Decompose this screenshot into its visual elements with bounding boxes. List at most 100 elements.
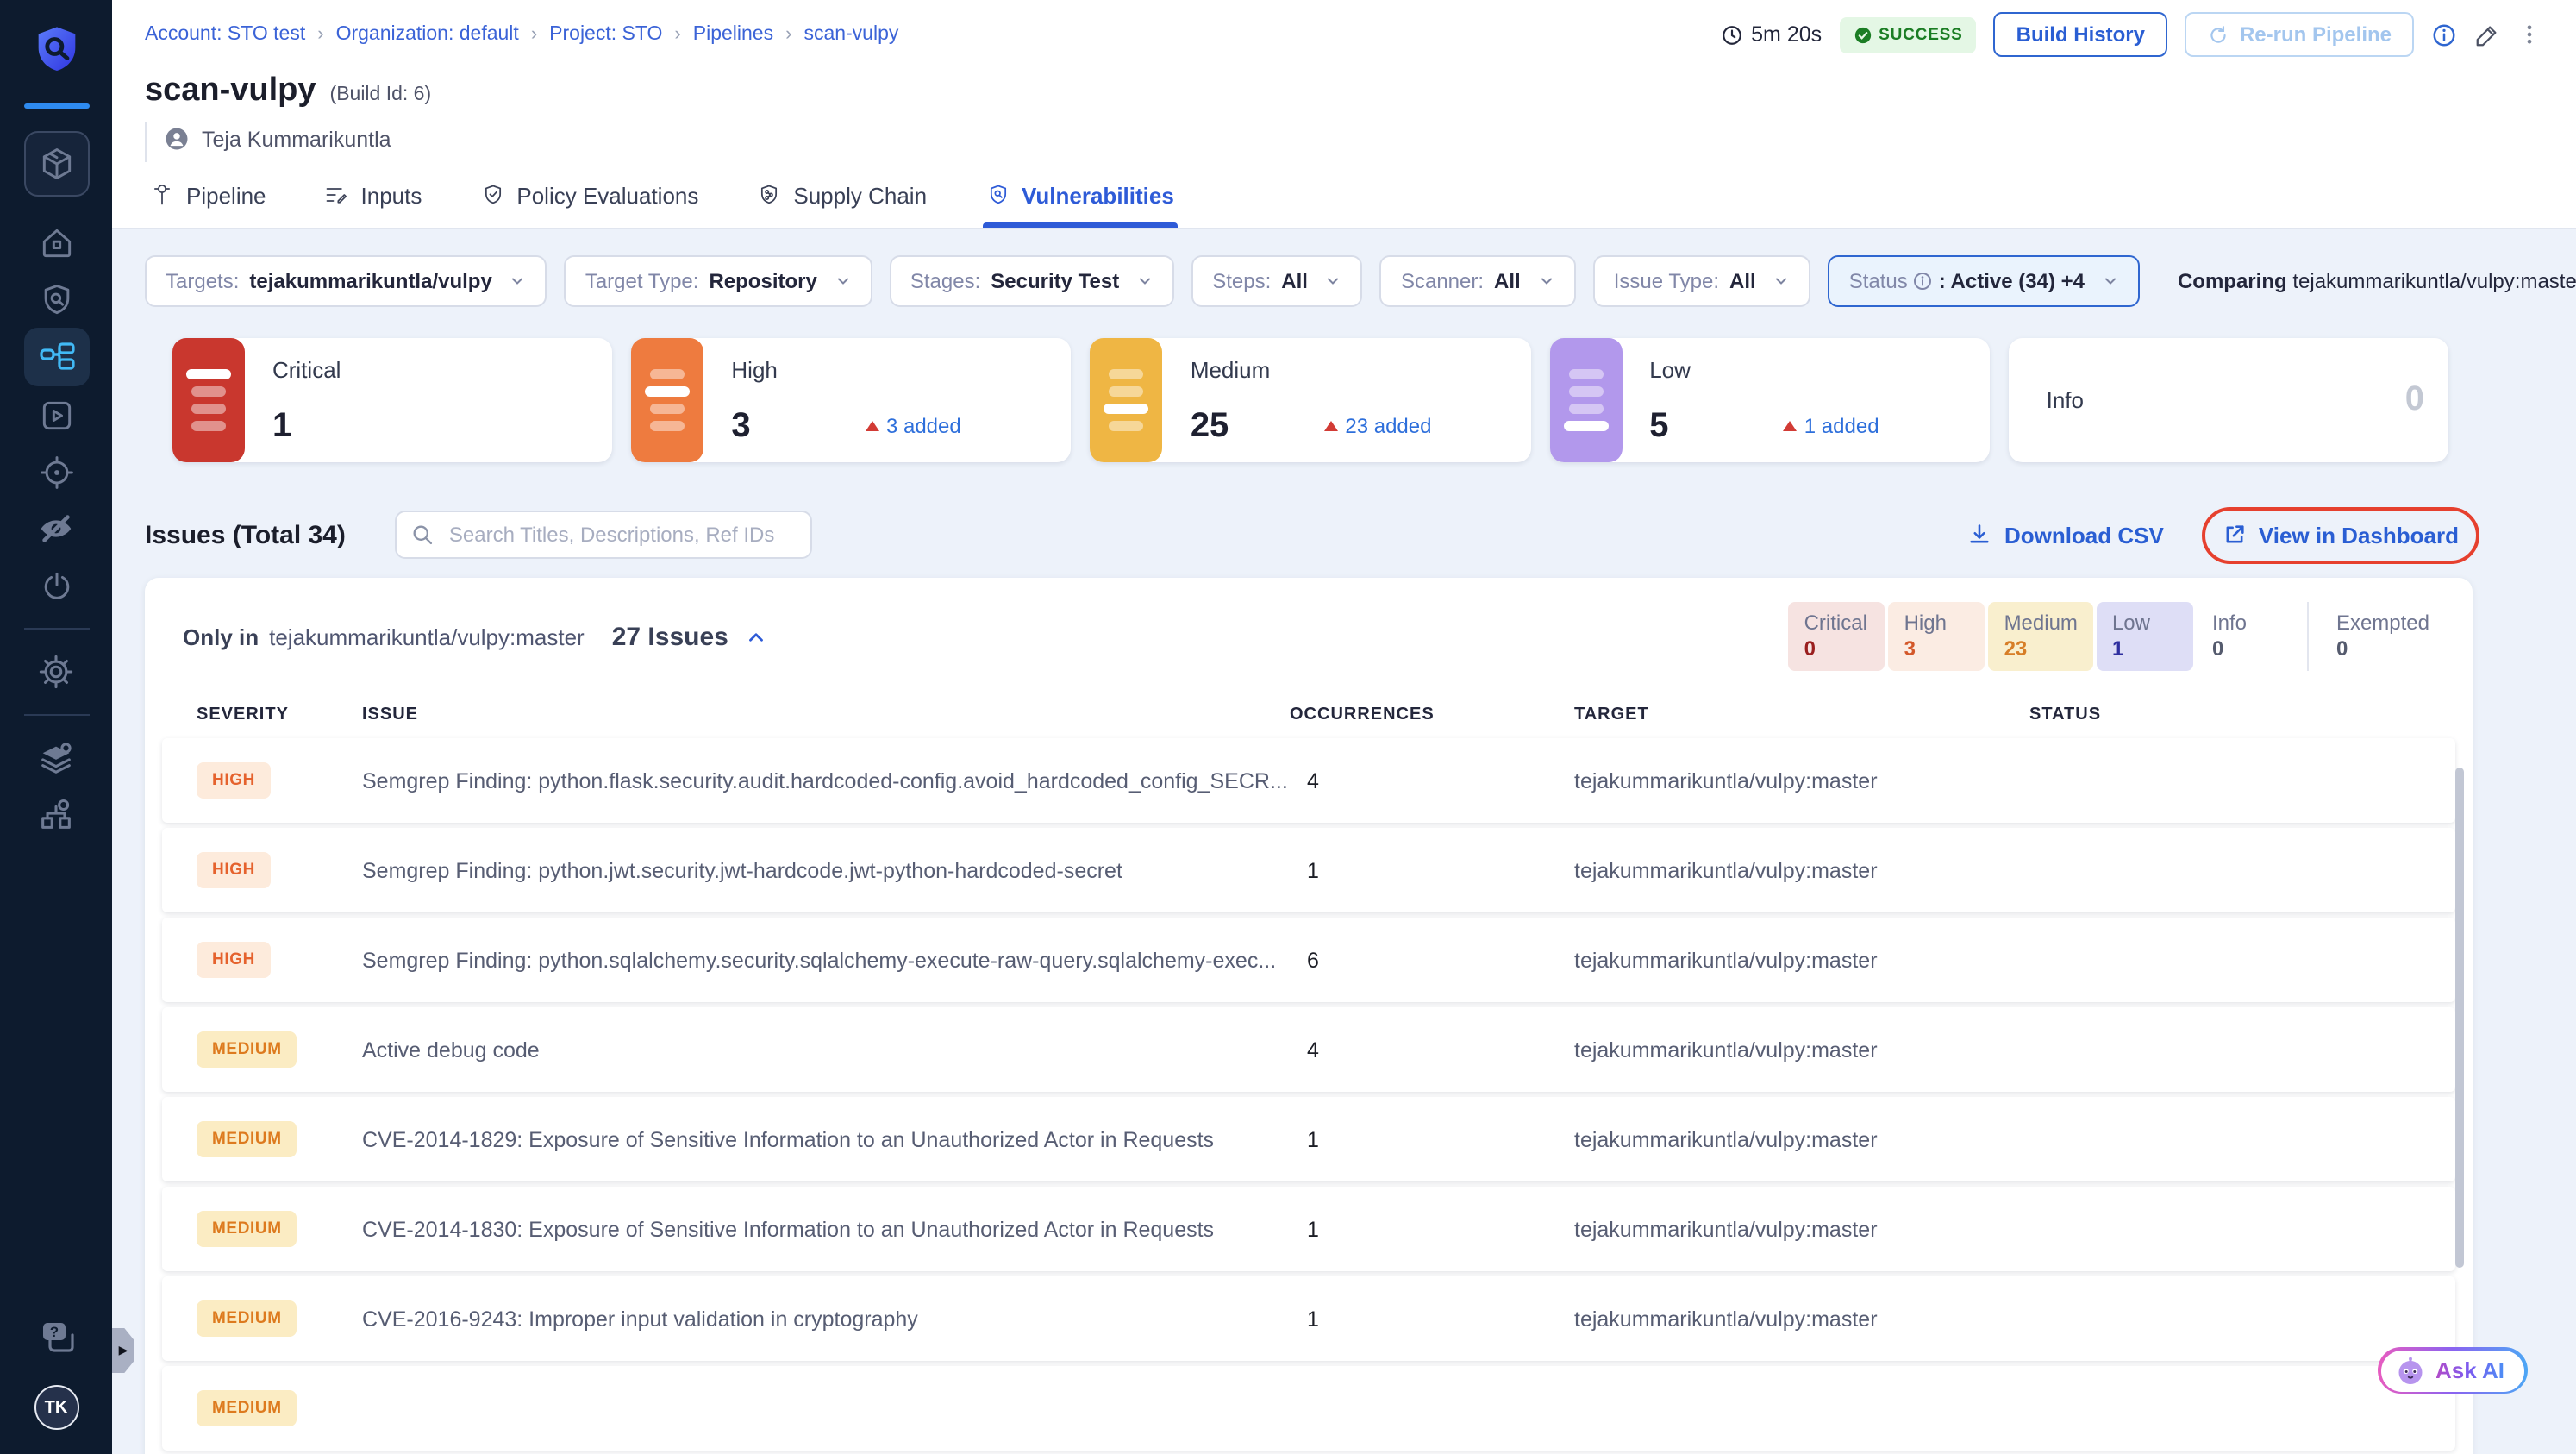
table-row[interactable]: MEDIUM CVE-2014-1830: Exposure of Sensit… — [162, 1187, 2455, 1271]
chevron-up-icon[interactable] — [746, 625, 768, 648]
shield-network-icon — [761, 185, 778, 204]
table-scrollbar[interactable] — [2455, 768, 2464, 1268]
view-in-dashboard-button[interactable]: View in Dashboard — [2223, 522, 2459, 548]
medium-count: 25 — [1190, 407, 1229, 445]
sidebar-item-org-structure[interactable] — [23, 787, 89, 843]
clock-icon — [1722, 25, 1741, 44]
sidebar-item-get-started[interactable] — [23, 557, 89, 614]
tab-inputs[interactable]: Inputs — [322, 162, 426, 228]
chip-low[interactable]: Low 1 — [2096, 602, 2193, 671]
chip-exempted[interactable]: Exempted 0 — [2306, 602, 2445, 671]
page-title: scan-vulpy — [145, 72, 316, 109]
medium-severity-bar-icon — [1090, 338, 1163, 462]
tab-policy-evaluations[interactable]: Policy Evaluations — [477, 162, 702, 228]
sidebar-item-exemptions[interactable] — [23, 500, 89, 557]
chip-critical[interactable]: Critical 0 — [1788, 602, 1885, 671]
issues-total-title: Issues (Total 34) — [145, 520, 346, 549]
download-csv-button[interactable]: Download CSV — [1968, 522, 2164, 548]
table-row[interactable]: MEDIUM CVE-2014-1829: Exposure of Sensit… — [162, 1097, 2455, 1181]
sidebar-item-project-settings[interactable] — [23, 643, 89, 700]
vulnerabilities-content: Targets: tejakummarikuntla/vulpy Target T… — [112, 229, 2576, 1454]
chip-info[interactable]: Info 0 — [2197, 602, 2293, 671]
sidebar-item-pipelines[interactable] — [23, 328, 89, 386]
shield-search-icon — [43, 284, 69, 314]
issues-search-input[interactable] — [395, 511, 813, 559]
sidebar-item-targets[interactable] — [23, 443, 89, 500]
tab-supply-chain[interactable]: Supply Chain — [753, 162, 930, 228]
gear-icon — [39, 655, 73, 689]
col-target: TARGET — [1574, 705, 1649, 724]
table-row[interactable]: MEDIUM CVE-2016-9243: Improper input val… — [162, 1276, 2455, 1361]
filter-targets[interactable]: Targets: tejakummarikuntla/vulpy — [145, 255, 547, 307]
shield-magnifier-icon — [989, 185, 1006, 204]
more-options-button[interactable] — [2517, 21, 2542, 48]
module-selector-button[interactable] — [23, 131, 89, 197]
table-row[interactable]: MEDIUM Active debug code 4 tejakummariku… — [162, 1007, 2455, 1092]
sidebar-divider — [23, 628, 89, 630]
shield-check-icon — [485, 185, 501, 204]
rerun-pipeline-button[interactable]: Re-run Pipeline — [2184, 12, 2414, 57]
help-chat-button[interactable]: ? — [23, 1307, 89, 1364]
table-row[interactable]: HIGH Semgrep Finding: python.jwt.securit… — [162, 828, 2455, 912]
crosshair-target-icon — [40, 455, 72, 488]
chevron-down-icon — [512, 278, 523, 285]
info-count: 0 — [2404, 380, 2425, 418]
sto-module-logo-icon[interactable] — [28, 21, 84, 88]
kebab-menu-icon — [2527, 25, 2532, 44]
low-severity-bar-icon — [1549, 338, 1623, 462]
chevron-down-icon — [1541, 278, 1552, 285]
filter-scanner[interactable]: Scanner: All — [1379, 255, 1576, 307]
filter-issue-type[interactable]: Issue Type: All — [1592, 255, 1811, 307]
table-row[interactable]: HIGH Semgrep Finding: python.sqlalchemy.… — [162, 918, 2455, 1002]
breadcrumb-pipelines[interactable]: Pipelines — [693, 24, 773, 45]
critical-count: 1 — [272, 407, 292, 445]
tab-pipeline[interactable]: Pipeline — [147, 162, 270, 228]
sidebar-accent-divider — [23, 103, 89, 109]
sidebar-item-test-targets[interactable] — [23, 271, 89, 328]
breadcrumb-project[interactable]: Project: STO — [549, 24, 662, 45]
chip-medium[interactable]: Medium 23 — [1988, 602, 2093, 671]
tab-vulnerabilities[interactable]: Vulnerabilities — [982, 162, 1179, 228]
info-icon — [1914, 273, 1932, 290]
build-history-button[interactable]: Build History — [1993, 12, 2167, 57]
low-added-link[interactable]: 1 added — [1783, 414, 1879, 438]
filter-stages[interactable]: Stages: Security Test — [889, 255, 1175, 307]
col-occurrences: OCCURRENCES — [1290, 705, 1435, 724]
power-icon — [43, 571, 69, 599]
info-button[interactable] — [2431, 22, 2457, 47]
triangle-up-icon — [1783, 421, 1798, 431]
author-name: Teja Kummarikuntla — [202, 127, 391, 151]
severity-badge: HIGH — [197, 942, 271, 978]
severity-card-high: High 3 3 added — [631, 338, 1072, 462]
search-icon — [414, 525, 433, 545]
high-added-link[interactable]: 3 added — [865, 414, 961, 438]
severity-summary-cards: Critical 1 High 3 3 added Medium 25 23 a… — [172, 338, 2449, 462]
breadcrumb-current[interactable]: scan-vulpy — [803, 24, 898, 45]
edit-pipeline-button[interactable] — [2474, 22, 2500, 47]
sidebar-item-home[interactable] — [23, 214, 89, 271]
filters-row: Targets: tejakummarikuntla/vulpy Target T… — [145, 255, 2576, 307]
chat-question-icon: ? — [42, 1322, 73, 1351]
table-row[interactable]: MEDIUM — [162, 1366, 2455, 1451]
severity-badge: MEDIUM — [197, 1211, 297, 1247]
ask-ai-button[interactable]: Ask AI — [2378, 1347, 2528, 1394]
severity-card-critical: Critical 1 — [172, 338, 613, 462]
breadcrumb-organization[interactable]: Organization: default — [336, 24, 519, 45]
medium-added-link[interactable]: 23 added — [1324, 414, 1432, 438]
table-row[interactable]: HIGH Semgrep Finding: python.flask.secur… — [162, 738, 2455, 823]
high-count: 3 — [731, 407, 751, 445]
severity-badge: HIGH — [197, 852, 271, 888]
low-count: 5 — [1649, 407, 1669, 445]
page-header: Account: STO test › Organization: defaul… — [112, 0, 2576, 229]
filter-target-type[interactable]: Target Type: Repository — [564, 255, 872, 307]
sidebar-item-executions[interactable] — [23, 386, 89, 443]
filter-steps[interactable]: Steps: All — [1191, 255, 1363, 307]
severity-card-low: Low 5 1 added — [1549, 338, 1990, 462]
comparing-label: Comparing tejakummarikuntla/vulpy:master… — [2177, 269, 2576, 293]
sidebar-item-account-resources[interactable] — [23, 730, 89, 787]
user-avatar[interactable]: TK — [34, 1385, 78, 1430]
chip-high[interactable]: High 3 — [1888, 602, 1985, 671]
severity-badge: MEDIUM — [197, 1031, 297, 1068]
filter-status[interactable]: Status : Active (34) +4 — [1828, 255, 2140, 307]
breadcrumb-account[interactable]: Account: STO test — [145, 24, 305, 45]
